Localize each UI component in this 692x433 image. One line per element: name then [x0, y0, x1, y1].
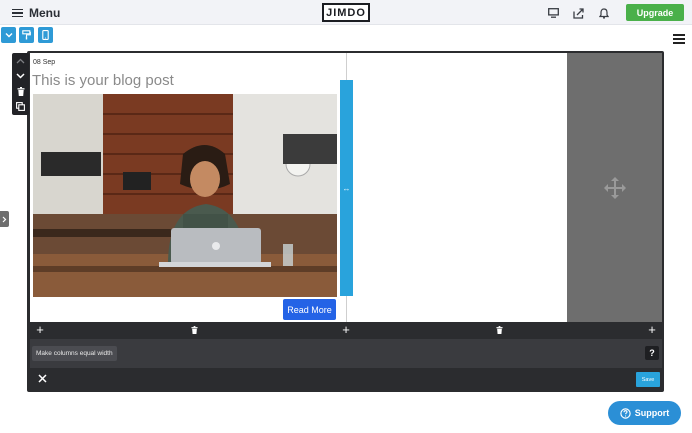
chevron-up-icon[interactable] — [12, 54, 29, 68]
hamburger-icon — [12, 8, 23, 18]
post-title[interactable]: This is your blog post — [32, 72, 174, 89]
menu-button[interactable]: Menu — [12, 5, 60, 21]
read-more-button[interactable]: Read More — [283, 299, 336, 320]
chevron-down-icon[interactable] — [1, 27, 16, 43]
resize-arrows-icon: ↔ — [342, 183, 351, 193]
close-icon[interactable] — [36, 372, 48, 384]
expand-panel-tab[interactable] — [0, 211, 9, 227]
trash-icon[interactable] — [187, 323, 201, 337]
upgrade-button[interactable]: Upgrade — [626, 4, 684, 21]
desktop-icon[interactable] — [546, 6, 560, 20]
save-button[interactable]: Save — [636, 372, 660, 387]
support-button[interactable]: Support — [608, 401, 681, 425]
trash-icon[interactable] — [492, 323, 506, 337]
bell-icon[interactable] — [597, 6, 611, 20]
column-options-bar — [30, 339, 662, 368]
mobile-icon[interactable] — [38, 27, 53, 43]
duplicate-icon[interactable] — [12, 99, 29, 113]
support-label: Support — [634, 408, 670, 418]
help-button[interactable]: ? — [645, 346, 659, 360]
post-date: 08 Sep — [33, 59, 56, 66]
blog-post-image[interactable] — [33, 94, 337, 297]
column-resize-handle[interactable]: ↔ — [340, 80, 353, 296]
jimdo-logo: JIMDO — [322, 3, 370, 22]
trash-icon[interactable] — [12, 84, 29, 98]
equal-width-button[interactable]: Make columns equal width — [32, 346, 117, 361]
add-column-icon[interactable]: + — [339, 323, 353, 337]
chevron-down-icon[interactable] — [12, 69, 29, 83]
paint-roller-icon[interactable] — [19, 27, 34, 43]
element-tools — [12, 53, 29, 115]
add-column-icon[interactable]: + — [33, 323, 47, 337]
move-icon[interactable] — [604, 177, 626, 199]
chevron-right-icon — [2, 216, 7, 222]
question-icon — [620, 407, 631, 419]
share-icon[interactable] — [571, 6, 585, 20]
editor-actions-bar — [30, 368, 662, 390]
hamburger-icon[interactable] — [673, 34, 685, 44]
add-column-icon[interactable]: + — [645, 323, 659, 337]
menu-label: Menu — [29, 6, 61, 20]
